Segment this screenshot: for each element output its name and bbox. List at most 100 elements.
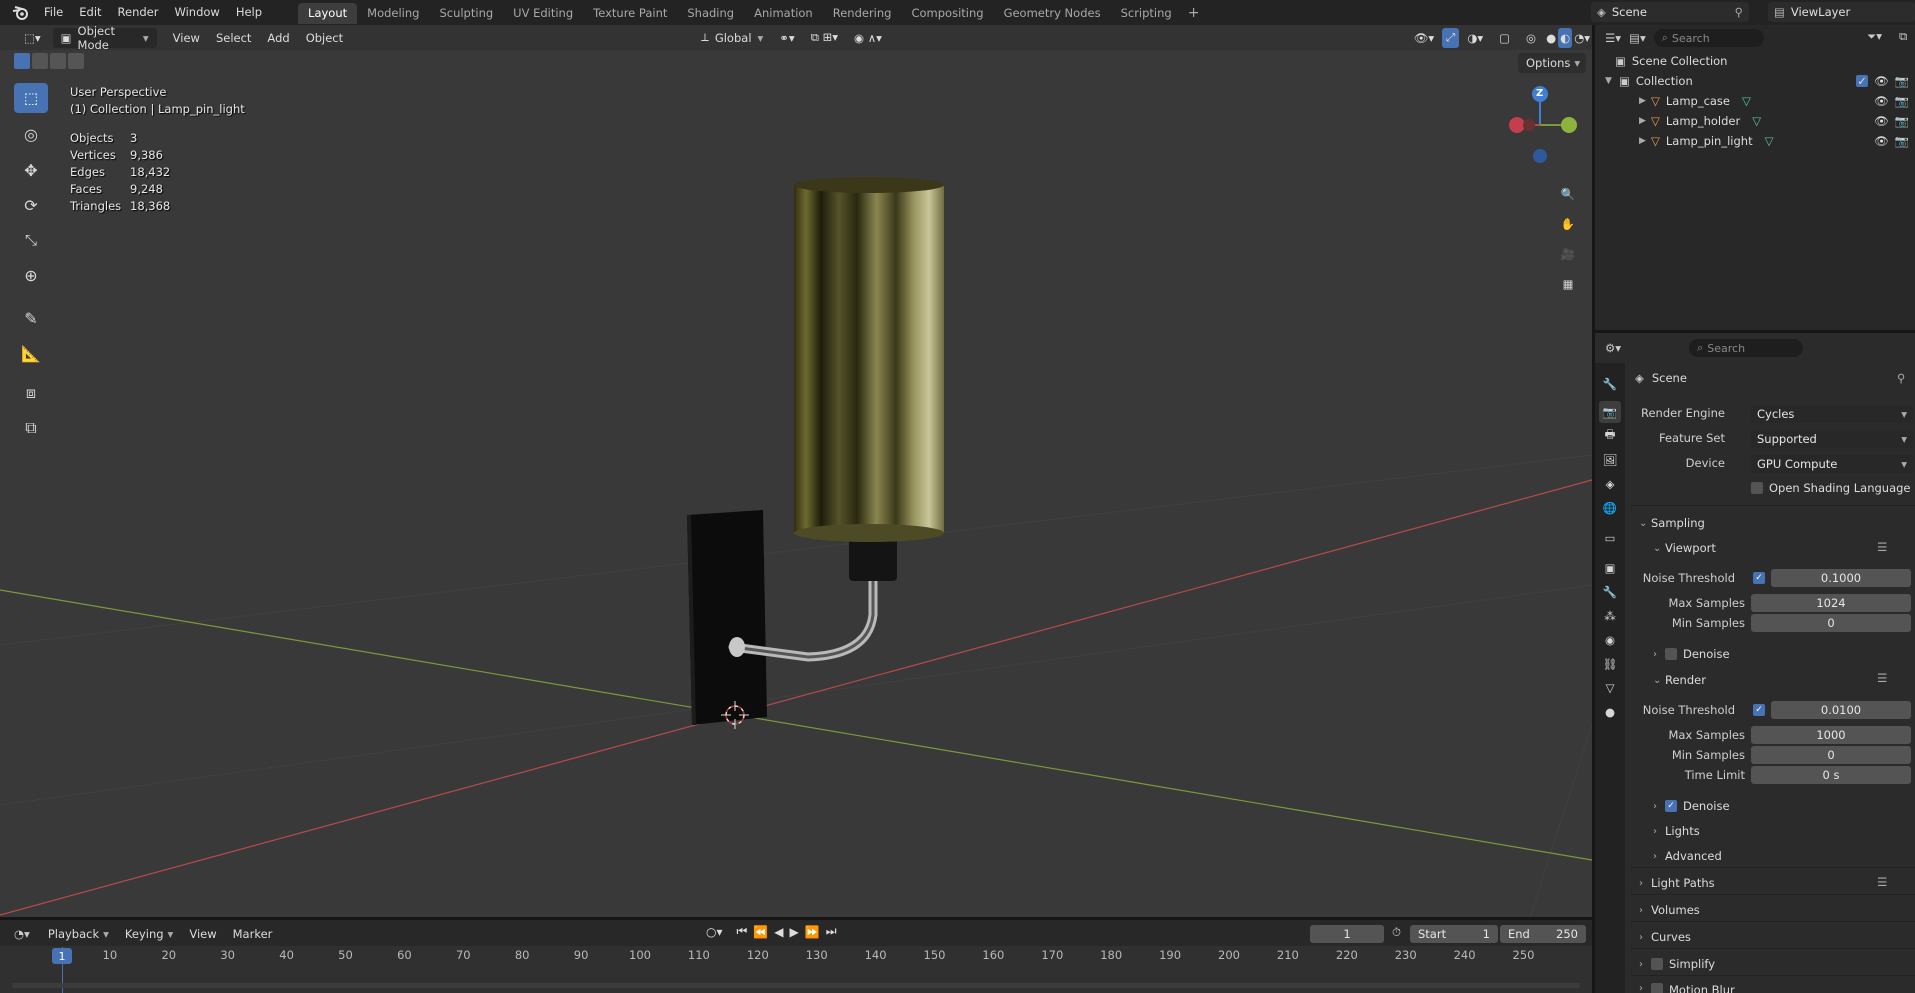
perspective-toggle-icon[interactable]: ▦ <box>1554 270 1582 298</box>
world-tab-icon[interactable]: 🌐 <box>1599 497 1621 519</box>
light-paths-panel-header[interactable]: › Light Paths <box>1639 876 1715 890</box>
osl-checkbox[interactable]: Open Shading Language <box>1751 481 1911 495</box>
checkbox[interactable] <box>1665 648 1677 660</box>
select-new-icon[interactable] <box>14 53 30 69</box>
object-tab-icon[interactable]: ▣ <box>1599 557 1621 579</box>
view-layer-selector[interactable]: ▤ ViewLayer <box>1768 2 1915 22</box>
vp-min-field[interactable]: 0 <box>1751 614 1911 632</box>
blender-logo-icon[interactable] <box>10 2 32 24</box>
display-mode-icon[interactable]: ▤▾ <box>1629 31 1646 45</box>
tab-uv-editing[interactable]: UV Editing <box>503 3 583 24</box>
record-icon[interactable]: ○▾ <box>706 925 723 939</box>
tab-layout[interactable]: Layout <box>298 3 358 24</box>
data-tab-icon[interactable]: ▽ <box>1599 677 1621 699</box>
list-icon[interactable]: ☰ <box>1877 875 1887 889</box>
vp-max-field[interactable]: 1024 <box>1751 594 1911 612</box>
new-collection-icon[interactable]: ⧉ <box>1899 29 1907 44</box>
tab-texture-paint[interactable]: Texture Paint <box>583 3 677 24</box>
list-icon[interactable]: ☰ <box>1877 540 1887 554</box>
r-max-field[interactable]: 1000 <box>1751 726 1911 744</box>
menu-file[interactable]: File <box>36 0 71 25</box>
collection-tab-icon[interactable]: ▭ <box>1599 527 1621 549</box>
particles-tab-icon[interactable]: ⁂ <box>1599 605 1621 627</box>
shading-wireframe-icon[interactable]: ◎ <box>1518 28 1544 48</box>
tool-add-cube[interactable]: ⧈ <box>14 378 48 408</box>
r-noise-field[interactable]: 0.0100 <box>1771 701 1911 719</box>
playhead-frame-badge[interactable]: 1 <box>52 948 72 964</box>
end-frame-field[interactable]: End 250 <box>1500 925 1586 943</box>
view-layer-tab-icon[interactable]: 🖼 <box>1599 449 1621 471</box>
checkbox[interactable] <box>1651 958 1663 970</box>
start-frame-field[interactable]: Start 1 <box>1410 925 1498 943</box>
properties-search-input[interactable]: ⌕ Search <box>1689 339 1804 357</box>
pan-hand-icon[interactable]: ✋ <box>1554 210 1582 238</box>
tab-shading[interactable]: Shading <box>677 3 744 24</box>
scene-tab-icon[interactable]: ◈ <box>1599 473 1621 495</box>
modifier-tab-icon[interactable]: 🔧 <box>1599 581 1621 603</box>
pivot-icon[interactable]: ⚭▾ <box>771 28 802 48</box>
playback-menu[interactable]: Playback ▾ <box>40 924 117 944</box>
render-engine-dropdown[interactable]: Cycles ▾ <box>1751 405 1913 423</box>
tool-select-box[interactable]: ⬚ <box>14 83 48 113</box>
current-frame-field[interactable]: 1 <box>1310 925 1384 943</box>
device-dropdown[interactable]: GPU Compute ▾ <box>1751 455 1913 473</box>
volumes-panel-header[interactable]: › Volumes <box>1639 903 1700 917</box>
tool-scale[interactable]: ⤡ <box>14 225 48 255</box>
tab-rendering[interactable]: Rendering <box>823 3 902 24</box>
checkbox[interactable]: ✓ <box>1665 800 1677 812</box>
render-subpanel-header[interactable]: ⌄ Render <box>1653 673 1706 687</box>
jump-keyframe-back-icon[interactable]: ⏪ <box>753 925 768 939</box>
r-time-field[interactable]: 0 s <box>1751 766 1911 784</box>
r-denoise-header[interactable]: › ✓ Denoise <box>1653 799 1730 813</box>
camera-icon[interactable]: 📷 <box>1895 74 1909 88</box>
add-workspace-button[interactable]: + <box>1182 5 1206 21</box>
jump-end-icon[interactable]: ⏭ <box>826 924 837 939</box>
outliner-collection[interactable]: ▼ ▣ Collection ✓ 👁 📷 <box>1595 71 1915 91</box>
play-icon[interactable]: ▶ <box>790 925 799 939</box>
simplify-panel-header[interactable]: › Simplify <box>1639 957 1715 971</box>
eye-icon[interactable]: 👁 <box>1874 134 1889 148</box>
outliner-editor-icon[interactable]: ☰▾ <box>1605 31 1621 45</box>
checkbox[interactable] <box>1751 482 1763 494</box>
tool-cursor[interactable]: ◎ <box>14 119 48 149</box>
jump-start-icon[interactable]: ⏮ <box>737 924 748 939</box>
tab-scripting[interactable]: Scripting <box>1111 3 1182 24</box>
exclude-checkbox[interactable]: ✓ <box>1856 74 1869 88</box>
pin-icon[interactable]: ⚲ <box>1897 371 1905 385</box>
eye-icon[interactable]: 👁 <box>1874 114 1889 128</box>
r-noise-checkbox[interactable]: ✓ <box>1753 704 1765 716</box>
list-icon[interactable]: ☰ <box>1877 671 1887 685</box>
tool-transform[interactable]: ⊕ <box>14 260 48 290</box>
viewport-subpanel-header[interactable]: ⌄ Viewport <box>1653 541 1716 555</box>
lights-subpanel-header[interactable]: › Lights <box>1653 824 1700 838</box>
select-extend-icon[interactable] <box>32 53 48 69</box>
shading-material-icon[interactable]: ◐ <box>1558 27 1573 48</box>
vp-noise-field[interactable]: 0.1000 <box>1771 569 1911 587</box>
add-menu[interactable]: Add <box>259 28 297 48</box>
scene-selector[interactable]: ◈ Scene ⚲ <box>1591 2 1749 22</box>
motion-blur-panel-header[interactable]: › Motion Blur <box>1639 983 1735 993</box>
select-subtract-icon[interactable] <box>50 53 66 69</box>
xray-icon[interactable]: ▢ <box>1491 28 1518 48</box>
outliner-scene-collection[interactable]: ▣ Scene Collection <box>1595 51 1915 71</box>
tool-tab-icon[interactable]: 🔧 <box>1599 373 1621 395</box>
proportional-edit-icon[interactable]: ◉ ∧▾ <box>846 28 890 48</box>
menu-edit[interactable]: Edit <box>71 0 109 25</box>
tool-move[interactable]: ✥ <box>14 155 48 185</box>
tab-sculpting[interactable]: Sculpting <box>429 3 503 24</box>
overlay-toggle-icon[interactable]: ◑▾ <box>1459 28 1491 48</box>
tab-modeling[interactable]: Modeling <box>357 3 429 24</box>
advanced-subpanel-header[interactable]: › Advanced <box>1653 849 1722 863</box>
visibility-icon[interactable]: 👁▾ <box>1406 28 1442 48</box>
tab-animation[interactable]: Animation <box>744 3 823 24</box>
tab-geometry-nodes[interactable]: Geometry Nodes <box>994 3 1111 24</box>
marker-menu[interactable]: Marker <box>225 924 281 944</box>
vp-denoise-header[interactable]: › Denoise <box>1653 647 1730 661</box>
shading-solid-icon[interactable]: ● <box>1544 28 1558 48</box>
outliner-object-row[interactable]: ▶ ▽ Lamp_holder ▽ 👁 📷 <box>1595 111 1915 131</box>
timeline-editor-icon[interactable]: ◔▾ <box>14 927 30 941</box>
vp-noise-checkbox[interactable]: ✓ <box>1753 572 1765 584</box>
tool-annotate[interactable]: ✎ <box>14 303 48 333</box>
eye-icon[interactable]: 👁 <box>1874 94 1889 108</box>
gizmo-toggle-icon[interactable]: ⤢ <box>1442 27 1460 48</box>
